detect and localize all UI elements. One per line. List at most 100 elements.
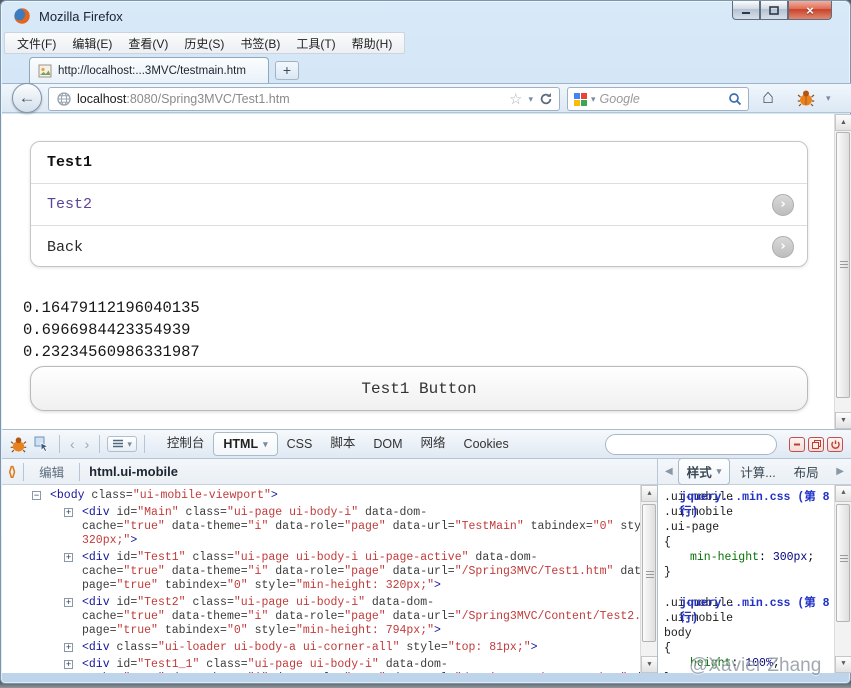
menu-item-1[interactable]: 编辑(E): [64, 32, 120, 55]
page-content: Test1 Test2 › Back › 0.16479112196040135 0.6…: [2, 114, 851, 429]
code-brackets-icon[interactable]: ⟨⟩: [8, 464, 16, 480]
side-panel-tabs: ◀ 样式 ▾ 计算... 布局 ▶: [657, 458, 851, 485]
firebug-menu-icon[interactable]: [8, 434, 28, 454]
side-tab-1[interactable]: 计算...: [732, 459, 783, 484]
search-box[interactable]: ▾ Google: [567, 87, 749, 111]
html-panel-scrollbar[interactable]: ▲ ▼: [640, 485, 657, 673]
breadcrumb[interactable]: html.ui-mobile: [89, 464, 178, 479]
css-scroll-down-button[interactable]: ▼: [835, 656, 851, 673]
firebug-minimize-icon[interactable]: [789, 436, 805, 452]
firebug-tab-1[interactable]: HTML ▾: [213, 432, 278, 456]
html-scroll-up-button[interactable]: ▲: [641, 485, 657, 502]
html-scroll-thumb[interactable]: [642, 504, 656, 642]
new-tab-button[interactable]: +: [275, 61, 299, 80]
maximize-button[interactable]: [760, 1, 788, 20]
side-tabs-left-icon[interactable]: ◀: [662, 466, 676, 477]
toolbar-overflow-icon[interactable]: ▾: [826, 94, 831, 103]
firebug-tab-5[interactable]: 网络: [412, 426, 455, 458]
history-back-icon[interactable]: ‹: [67, 436, 78, 452]
url-path: :8080/Spring3MVC/Test1.htm: [126, 92, 290, 106]
firebug-search[interactable]: [605, 433, 777, 455]
menu-item-0[interactable]: 文件(F): [9, 32, 64, 55]
menu-item-6[interactable]: 帮助(H): [344, 32, 401, 55]
back-button[interactable]: ←: [12, 83, 42, 113]
list-icon: [113, 439, 124, 448]
search-placeholder: Google: [599, 92, 640, 106]
firebug-tab-0[interactable]: 控制台: [158, 426, 214, 458]
globe-icon: [57, 92, 71, 106]
expander-icon[interactable]: +: [64, 660, 73, 669]
panel-list-button[interactable]: ▾: [107, 436, 137, 452]
menu-item-2[interactable]: 查看(V): [120, 32, 176, 55]
expander-icon[interactable]: −: [32, 491, 41, 500]
css-source-link[interactable]: jquery...min.css (第 8 行): [680, 596, 832, 626]
css-selector[interactable]: .ui-page: [664, 520, 832, 535]
html-scroll-down-button[interactable]: ▼: [641, 656, 657, 673]
back-arrow-icon: ←: [18, 87, 36, 107]
list-item-label: Test2: [47, 196, 93, 213]
edit-button[interactable]: 编辑: [33, 460, 70, 483]
css-scroll-up-button[interactable]: ▲: [835, 485, 851, 502]
css-selector[interactable]: body: [664, 626, 832, 641]
menu-bar: 文件(F) 编辑(E) 查看(V) 历史(S) 书签(B) 工具(T) 帮助(H): [4, 32, 406, 55]
search-magnifier-icon[interactable]: [728, 92, 742, 106]
search-engine-dropdown-icon[interactable]: ▾: [591, 94, 596, 104]
tree-node-4[interactable]: + <div class="ui-loader ui-body-a ui-corn…: [2, 641, 624, 655]
firefox-window: Mozilla Firefox × 文件(F) 编辑(E) 查看(V) 历史(S) 书签…: [0, 0, 851, 684]
side-tab-2[interactable]: 布局: [786, 459, 827, 484]
test1-button[interactable]: Test1 Button: [30, 366, 808, 411]
firebug-close-icon[interactable]: [827, 436, 843, 452]
css-scroll-grip: [840, 555, 848, 563]
expander-icon[interactable]: +: [64, 643, 73, 652]
firebug-search-input[interactable]: [619, 437, 774, 451]
expander-icon[interactable]: +: [64, 508, 73, 517]
menu-item-3[interactable]: 历史(S): [176, 32, 232, 55]
url-field[interactable]: localhost:8080/Spring3MVC/Test1.htm ☆ ▾: [48, 87, 560, 111]
expander-icon[interactable]: +: [64, 553, 73, 562]
tree-line: <div class="ui-loader ui-body-a ui-corne…: [82, 641, 538, 654]
browser-tab[interactable]: http://localhost:...3MVC/testmain.htm: [29, 57, 269, 83]
tree-node-1[interactable]: + <div id="Main" class="ui-page ui-body-i…: [2, 506, 657, 548]
firebug-detach-icon[interactable]: [808, 436, 824, 452]
page-scrollbar[interactable]: ▲ ▼: [834, 114, 851, 429]
scroll-thumb[interactable]: [836, 132, 850, 398]
reload-icon[interactable]: [539, 92, 553, 106]
css-panel-scrollbar[interactable]: ▲ ▼: [834, 485, 851, 673]
scroll-down-button[interactable]: ▼: [835, 412, 851, 429]
expander-icon[interactable]: +: [64, 598, 73, 607]
history-forward-icon[interactable]: ›: [82, 436, 93, 452]
tree-line: <div id="Test1" class="ui-page ui-body-i…: [82, 551, 538, 564]
scroll-grip: [840, 261, 848, 269]
close-icon: ×: [806, 2, 814, 18]
html-scroll-grip: [646, 571, 654, 579]
firebug-tab-3[interactable]: 脚本: [321, 426, 364, 458]
tree-line: cache="true" data-theme="i" data-role="p…: [82, 610, 657, 623]
bookmark-star-icon[interactable]: ☆: [509, 92, 522, 107]
inspect-element-icon[interactable]: [32, 434, 52, 454]
tree-node-5[interactable]: + <div id="Test1_1" class="ui-page ui-bod…: [2, 658, 657, 673]
tree-node-2[interactable]: + <div id="Test1" class="ui-page ui-body-…: [2, 551, 657, 593]
css-scroll-thumb[interactable]: [836, 504, 850, 622]
html-breadcrumb-bar: ⟨⟩ 编辑 html.ui-mobile: [2, 460, 657, 483]
minimize-button[interactable]: [732, 1, 760, 20]
menu-item-5[interactable]: 工具(T): [288, 32, 343, 55]
url-dropdown-icon[interactable]: ▾: [528, 94, 533, 104]
list-item-back[interactable]: Back ›: [31, 226, 807, 266]
tree-node-0[interactable]: − <body class="ui-mobile-viewport">: [2, 489, 624, 503]
tree-node-3[interactable]: + <div id="Test2" class="ui-page ui-body-…: [2, 596, 657, 638]
tree-line: cache="true" data-theme="i" data-role="p…: [82, 565, 657, 578]
css-source-link[interactable]: jquery...min.css (第 8 行): [680, 490, 832, 520]
close-button[interactable]: ×: [788, 1, 832, 20]
firebug-tab-6[interactable]: Cookies: [455, 431, 518, 458]
side-tab-0[interactable]: 样式 ▾: [677, 458, 731, 485]
css-property[interactable]: min-height: 300px;: [664, 550, 832, 565]
firebug-tab-4[interactable]: DOM: [364, 431, 411, 458]
firebug-tab-2[interactable]: CSS: [278, 431, 322, 458]
list-item-test2[interactable]: Test2 ›: [31, 184, 807, 226]
home-button[interactable]: ⌂: [762, 86, 774, 109]
side-tabs-right-icon[interactable]: ▶: [833, 466, 847, 477]
menu-item-4[interactable]: 书签(B): [232, 32, 288, 55]
scroll-up-button[interactable]: ▲: [835, 114, 851, 131]
firebug-toolbar-icon[interactable]: [797, 89, 815, 107]
google-logo-icon: [574, 92, 587, 106]
